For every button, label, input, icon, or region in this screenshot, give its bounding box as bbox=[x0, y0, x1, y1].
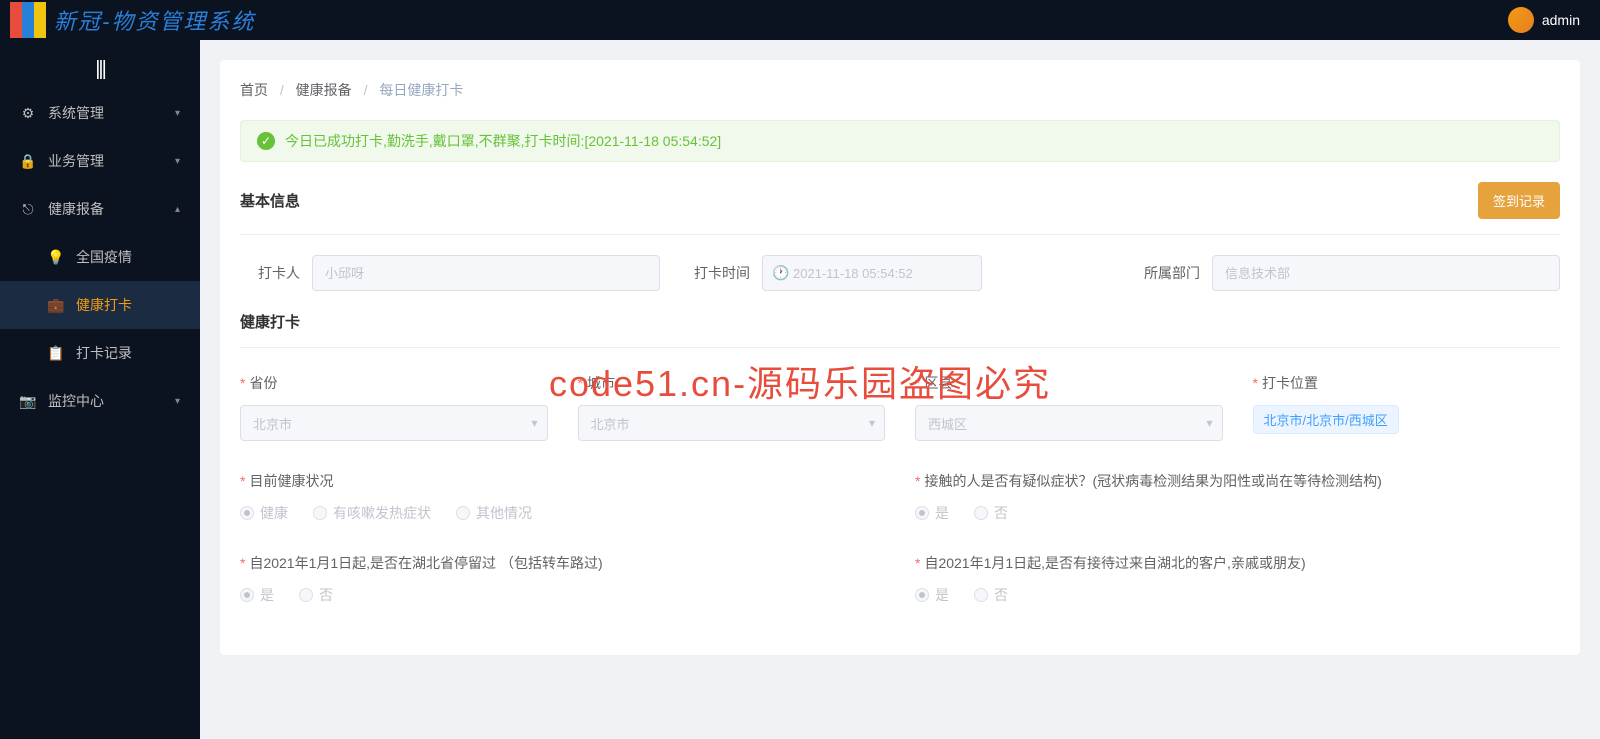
sidebar-item-label: 打卡记录 bbox=[76, 343, 132, 363]
hubei-stay-radio-group: 是 否 bbox=[240, 585, 885, 605]
sign-records-button[interactable]: 签到记录 bbox=[1478, 182, 1560, 219]
user-area[interactable]: admin bbox=[1508, 7, 1580, 33]
person-input bbox=[312, 255, 660, 291]
time-input bbox=[762, 255, 982, 291]
province-label: *省份 bbox=[240, 373, 548, 393]
hubei-stay-label: *自2021年1月1日起,是否在湖北省停留过 （包括转车路过) bbox=[240, 553, 885, 573]
contact-radio-group: 是 否 bbox=[915, 503, 1560, 523]
city-select: 北京市 bbox=[578, 405, 886, 441]
sidebar: ||| ⚙系统管理 ▾ 🔒业务管理 ▾ ⎋健康报备 ▴ 💡全国疫情 💼健康打卡 … bbox=[0, 40, 200, 739]
hubei-contact-label: *自2021年1月1日起,是否有接待过来自湖北的客户,亲戚或朋友) bbox=[915, 553, 1560, 573]
username: admin bbox=[1542, 12, 1580, 28]
sidebar-item-health[interactable]: ⎋ 健康报备 ▴ bbox=[0, 185, 200, 233]
bulb-icon: 💡 bbox=[48, 249, 64, 265]
radio-no: 否 bbox=[974, 585, 1008, 605]
breadcrumb: 首页 / 健康报备 / 每日健康打卡 bbox=[240, 80, 1560, 100]
chevron-down-icon: ▾ bbox=[175, 396, 180, 407]
chevron-down-icon: ▾ bbox=[1206, 416, 1212, 430]
sidebar-item-label: 健康打卡 bbox=[76, 295, 132, 315]
lock-icon: 🔒 bbox=[20, 153, 36, 169]
chevron-down-icon: ▾ bbox=[869, 416, 875, 430]
sidebar-sub-checkin[interactable]: 💼 健康打卡 bbox=[0, 281, 200, 329]
radio-yes: 是 bbox=[240, 585, 274, 605]
alert-text: 今日已成功打卡,勤洗手,戴口罩,不群聚,打卡时间:[2021-11-18 05:… bbox=[285, 131, 721, 151]
sidebar-item-label: 监控中心 bbox=[48, 391, 104, 411]
district-select: 西城区 bbox=[915, 405, 1223, 441]
city-label: *城市 bbox=[578, 373, 886, 393]
sidebar-item-system[interactable]: ⚙ 系统管理 ▾ bbox=[0, 89, 200, 137]
sidebar-collapse-btn[interactable]: ||| bbox=[0, 50, 200, 89]
clipboard-icon: 📋 bbox=[48, 345, 64, 361]
section-title-health: 健康打卡 bbox=[240, 311, 1560, 348]
radio-yes: 是 bbox=[915, 585, 949, 605]
check-circle-icon: ✓ bbox=[257, 132, 275, 150]
logo-icon bbox=[10, 2, 46, 38]
section-title-basic: 基本信息 bbox=[240, 190, 300, 211]
sidebar-item-label: 全国疫情 bbox=[76, 247, 132, 267]
radio-other: 其他情况 bbox=[456, 503, 532, 523]
location-label: *打卡位置 bbox=[1253, 373, 1561, 393]
province-select: 北京市 bbox=[240, 405, 548, 441]
success-alert: ✓ 今日已成功打卡,勤洗手,戴口罩,不群聚,打卡时间:[2021-11-18 0… bbox=[240, 120, 1560, 162]
logo-area: 新冠-物资管理系统 bbox=[10, 2, 255, 38]
radio-no: 否 bbox=[299, 585, 333, 605]
district-label: *区县 bbox=[915, 373, 1223, 393]
sidebar-item-business[interactable]: 🔒 业务管理 ▾ bbox=[0, 137, 200, 185]
report-icon: ⎋ bbox=[20, 201, 36, 217]
health-status-label: *目前健康状况 bbox=[240, 471, 885, 491]
radio-healthy: 健康 bbox=[240, 503, 288, 523]
time-label: 打卡时间 bbox=[690, 263, 750, 283]
chevron-up-icon: ▴ bbox=[175, 204, 180, 215]
dept-label: 所属部门 bbox=[1140, 263, 1200, 283]
radio-cough: 有咳嗽发热症状 bbox=[313, 503, 431, 523]
chevron-down-icon: ▾ bbox=[175, 108, 180, 119]
chevron-down-icon: ▾ bbox=[175, 156, 180, 167]
radio-no: 否 bbox=[974, 503, 1008, 523]
gear-icon: ⚙ bbox=[20, 105, 36, 121]
top-header: 新冠-物资管理系统 admin bbox=[0, 0, 1600, 40]
breadcrumb-current: 每日健康打卡 bbox=[379, 82, 463, 98]
sidebar-item-label: 系统管理 bbox=[48, 103, 104, 123]
health-radio-group: 健康 有咳嗽发热症状 其他情况 bbox=[240, 503, 885, 523]
radio-yes: 是 bbox=[915, 503, 949, 523]
sidebar-item-label: 业务管理 bbox=[48, 151, 104, 171]
avatar bbox=[1508, 7, 1534, 33]
breadcrumb-section[interactable]: 健康报备 bbox=[296, 82, 352, 98]
breadcrumb-home[interactable]: 首页 bbox=[240, 82, 268, 98]
sidebar-sub-records[interactable]: 📋 打卡记录 bbox=[0, 329, 200, 377]
sidebar-sub-epidemic[interactable]: 💡 全国疫情 bbox=[0, 233, 200, 281]
sidebar-item-label: 健康报备 bbox=[48, 199, 104, 219]
main-content: 首页 / 健康报备 / 每日健康打卡 ✓ 今日已成功打卡,勤洗手,戴口罩,不群聚… bbox=[200, 40, 1600, 739]
camera-icon: 📷 bbox=[20, 393, 36, 409]
dept-input bbox=[1212, 255, 1560, 291]
app-title: 新冠-物资管理系统 bbox=[54, 4, 255, 36]
briefcase-icon: 💼 bbox=[48, 297, 64, 313]
person-label: 打卡人 bbox=[240, 263, 300, 283]
contact-label: *接触的人是否有疑似症状？(冠状病毒检测结果为阳性或尚在等待检测结构) bbox=[915, 471, 1560, 491]
hubei-contact-radio-group: 是 否 bbox=[915, 585, 1560, 605]
sidebar-item-monitor[interactable]: 📷 监控中心 ▾ bbox=[0, 377, 200, 425]
location-tag: 北京市/北京市/西城区 bbox=[1253, 405, 1399, 434]
clock-icon: 🕐 bbox=[772, 265, 789, 282]
chevron-down-icon: ▾ bbox=[531, 416, 537, 430]
